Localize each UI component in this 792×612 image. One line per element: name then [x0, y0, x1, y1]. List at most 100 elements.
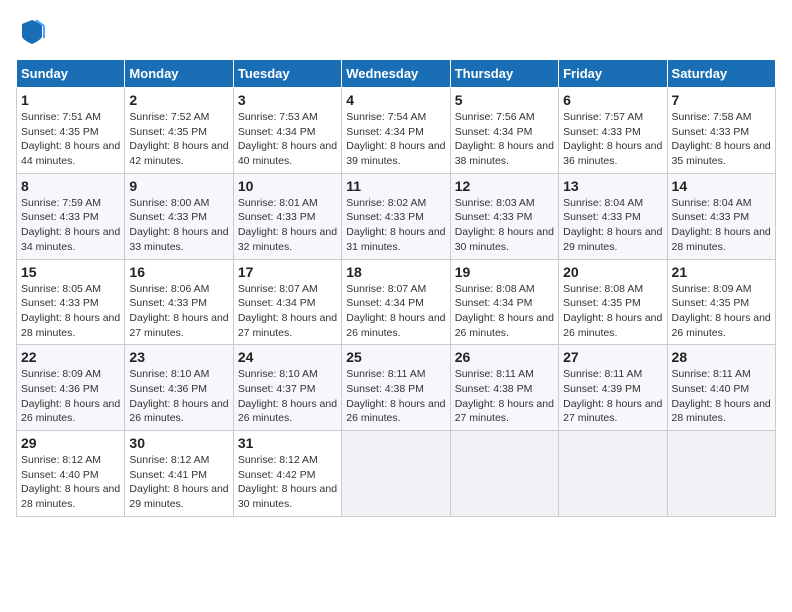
day-number: 27 — [563, 349, 662, 365]
calendar-cell: 4 Sunrise: 7:54 AMSunset: 4:34 PMDaylight… — [342, 88, 450, 174]
day-info: Sunrise: 8:09 AMSunset: 4:35 PMDaylight:… — [672, 282, 771, 341]
day-info: Sunrise: 7:51 AMSunset: 4:35 PMDaylight:… — [21, 110, 120, 169]
day-number: 18 — [346, 264, 445, 280]
day-info: Sunrise: 8:12 AMSunset: 4:40 PMDaylight:… — [21, 453, 120, 512]
day-header-saturday: Saturday — [667, 60, 775, 88]
day-number: 13 — [563, 178, 662, 194]
calendar-cell: 12Sunrise: 8:03 AMSunset: 4:33 PMDayligh… — [450, 173, 558, 259]
day-number: 28 — [672, 349, 771, 365]
day-header-friday: Friday — [559, 60, 667, 88]
calendar-cell: 2Sunrise: 7:52 AMSunset: 4:35 PMDaylight… — [125, 88, 233, 174]
day-number: 20 — [563, 264, 662, 280]
day-number: 14 — [672, 178, 771, 194]
calendar-cell: 14 Sunrise: 8:04 AMSunset: 4:33 PMDayligh… — [667, 173, 775, 259]
calendar-cell: 8 Sunrise: 7:59 AMSunset: 4:33 PMDaylight… — [17, 173, 125, 259]
day-info: Sunrise: 8:10 AMSunset: 4:36 PMDaylight:… — [129, 367, 228, 426]
day-number: 3 — [238, 92, 337, 108]
calendar-cell — [450, 431, 558, 517]
calendar-week-4: 22 Sunrise: 8:09 AMSunset: 4:36 PMDayligh… — [17, 345, 776, 431]
day-number: 25 — [346, 349, 445, 365]
day-number: 21 — [672, 264, 771, 280]
day-number: 19 — [455, 264, 554, 280]
day-info: Sunrise: 8:08 AMSunset: 4:35 PMDaylight:… — [563, 282, 662, 341]
calendar-cell: 25Sunrise: 8:11 AMSunset: 4:38 PMDayligh… — [342, 345, 450, 431]
day-header-thursday: Thursday — [450, 60, 558, 88]
day-info: Sunrise: 7:54 AMSunset: 4:34 PMDaylight:… — [346, 110, 445, 169]
calendar-cell: 16 Sunrise: 8:06 AMSunset: 4:33 PMDayligh… — [125, 259, 233, 345]
day-number: 5 — [455, 92, 554, 108]
calendar-cell: 26 Sunrise: 8:11 AMSunset: 4:38 PMDayligh… — [450, 345, 558, 431]
day-number: 16 — [129, 264, 228, 280]
day-number: 15 — [21, 264, 120, 280]
day-info: Sunrise: 7:52 AMSunset: 4:35 PMDaylight:… — [129, 110, 228, 169]
day-info: Sunrise: 7:58 AMSunset: 4:33 PMDaylight:… — [672, 110, 771, 169]
day-info: Sunrise: 8:09 AMSunset: 4:36 PMDaylight:… — [21, 367, 120, 426]
calendar-cell: 27 Sunrise: 8:11 AMSunset: 4:39 PMDayligh… — [559, 345, 667, 431]
day-number: 7 — [672, 92, 771, 108]
day-header-sunday: Sunday — [17, 60, 125, 88]
calendar-cell: 24 Sunrise: 8:10 AMSunset: 4:37 PMDayligh… — [233, 345, 341, 431]
day-info: Sunrise: 8:06 AMSunset: 4:33 PMDaylight:… — [129, 282, 228, 341]
calendar-cell: 7 Sunrise: 7:58 AMSunset: 4:33 PMDaylight… — [667, 88, 775, 174]
day-number: 30 — [129, 435, 228, 451]
calendar-cell: 13 Sunrise: 8:04 AMSunset: 4:33 PMDayligh… — [559, 173, 667, 259]
calendar-cell: 10 Sunrise: 8:01 AMSunset: 4:33 PMDayligh… — [233, 173, 341, 259]
calendar: SundayMondayTuesdayWednesdayThursdayFrid… — [16, 59, 776, 517]
calendar-cell — [342, 431, 450, 517]
day-number: 26 — [455, 349, 554, 365]
calendar-cell: 31 Sunrise: 8:12 AMSunset: 4:42 PMDayligh… — [233, 431, 341, 517]
day-number: 17 — [238, 264, 337, 280]
day-info: Sunrise: 7:53 AMSunset: 4:34 PMDaylight:… — [238, 110, 337, 169]
day-number: 6 — [563, 92, 662, 108]
day-number: 23 — [129, 349, 228, 365]
day-info: Sunrise: 8:10 AMSunset: 4:37 PMDaylight:… — [238, 367, 337, 426]
day-number: 31 — [238, 435, 337, 451]
day-number: 11 — [346, 178, 445, 194]
calendar-cell: 15 Sunrise: 8:05 AMSunset: 4:33 PMDayligh… — [17, 259, 125, 345]
day-info: Sunrise: 8:11 AMSunset: 4:38 PMDaylight:… — [455, 367, 554, 426]
logo — [16, 16, 46, 49]
day-number: 22 — [21, 349, 120, 365]
day-number: 1 — [21, 92, 120, 108]
calendar-cell: 19 Sunrise: 8:08 AMSunset: 4:34 PMDayligh… — [450, 259, 558, 345]
calendar-cell: 28 Sunrise: 8:11 AMSunset: 4:40 PMDayligh… — [667, 345, 775, 431]
day-info: Sunrise: 8:07 AMSunset: 4:34 PMDaylight:… — [346, 282, 445, 341]
day-info: Sunrise: 7:59 AMSunset: 4:33 PMDaylight:… — [21, 196, 120, 255]
calendar-cell: 22 Sunrise: 8:09 AMSunset: 4:36 PMDayligh… — [17, 345, 125, 431]
day-number: 4 — [346, 92, 445, 108]
calendar-cell: 30 Sunrise: 8:12 AMSunset: 4:41 PMDayligh… — [125, 431, 233, 517]
day-info: Sunrise: 8:04 AMSunset: 4:33 PMDaylight:… — [563, 196, 662, 255]
day-header-tuesday: Tuesday — [233, 60, 341, 88]
logo-icon — [18, 16, 46, 44]
day-number: 10 — [238, 178, 337, 194]
day-info: Sunrise: 8:12 AMSunset: 4:41 PMDaylight:… — [129, 453, 228, 512]
day-info: Sunrise: 8:12 AMSunset: 4:42 PMDaylight:… — [238, 453, 337, 512]
day-info: Sunrise: 8:05 AMSunset: 4:33 PMDaylight:… — [21, 282, 120, 341]
day-info: Sunrise: 8:04 AMSunset: 4:33 PMDaylight:… — [672, 196, 771, 255]
calendar-cell — [667, 431, 775, 517]
day-info: Sunrise: 8:11 AMSunset: 4:39 PMDaylight:… — [563, 367, 662, 426]
day-number: 8 — [21, 178, 120, 194]
day-info: Sunrise: 7:56 AMSunset: 4:34 PMDaylight:… — [455, 110, 554, 169]
calendar-cell: 21 Sunrise: 8:09 AMSunset: 4:35 PMDayligh… — [667, 259, 775, 345]
header — [16, 16, 776, 49]
day-info: Sunrise: 8:03 AMSunset: 4:33 PMDaylight:… — [455, 196, 554, 255]
day-info: Sunrise: 8:08 AMSunset: 4:34 PMDaylight:… — [455, 282, 554, 341]
calendar-cell: 17 Sunrise: 8:07 AMSunset: 4:34 PMDayligh… — [233, 259, 341, 345]
calendar-cell: 3 Sunrise: 7:53 AMSunset: 4:34 PMDaylight… — [233, 88, 341, 174]
calendar-cell — [559, 431, 667, 517]
day-info: Sunrise: 8:07 AMSunset: 4:34 PMDaylight:… — [238, 282, 337, 341]
day-info: Sunrise: 8:02 AMSunset: 4:33 PMDaylight:… — [346, 196, 445, 255]
calendar-cell: 11 Sunrise: 8:02 AMSunset: 4:33 PMDayligh… — [342, 173, 450, 259]
day-info: Sunrise: 8:01 AMSunset: 4:33 PMDaylight:… — [238, 196, 337, 255]
calendar-cell: 23 Sunrise: 8:10 AMSunset: 4:36 PMDayligh… — [125, 345, 233, 431]
calendar-cell: 5 Sunrise: 7:56 AMSunset: 4:34 PMDaylight… — [450, 88, 558, 174]
day-number: 24 — [238, 349, 337, 365]
calendar-cell: 1 Sunrise: 7:51 AMSunset: 4:35 PMDaylight… — [17, 88, 125, 174]
calendar-body: 1 Sunrise: 7:51 AMSunset: 4:35 PMDaylight… — [17, 88, 776, 517]
day-header-wednesday: Wednesday — [342, 60, 450, 88]
calendar-week-1: 1 Sunrise: 7:51 AMSunset: 4:35 PMDaylight… — [17, 88, 776, 174]
calendar-cell: 18 Sunrise: 8:07 AMSunset: 4:34 PMDayligh… — [342, 259, 450, 345]
calendar-cell: 20 Sunrise: 8:08 AMSunset: 4:35 PMDayligh… — [559, 259, 667, 345]
day-info: Sunrise: 8:11 AMSunset: 4:40 PMDaylight:… — [672, 367, 771, 426]
